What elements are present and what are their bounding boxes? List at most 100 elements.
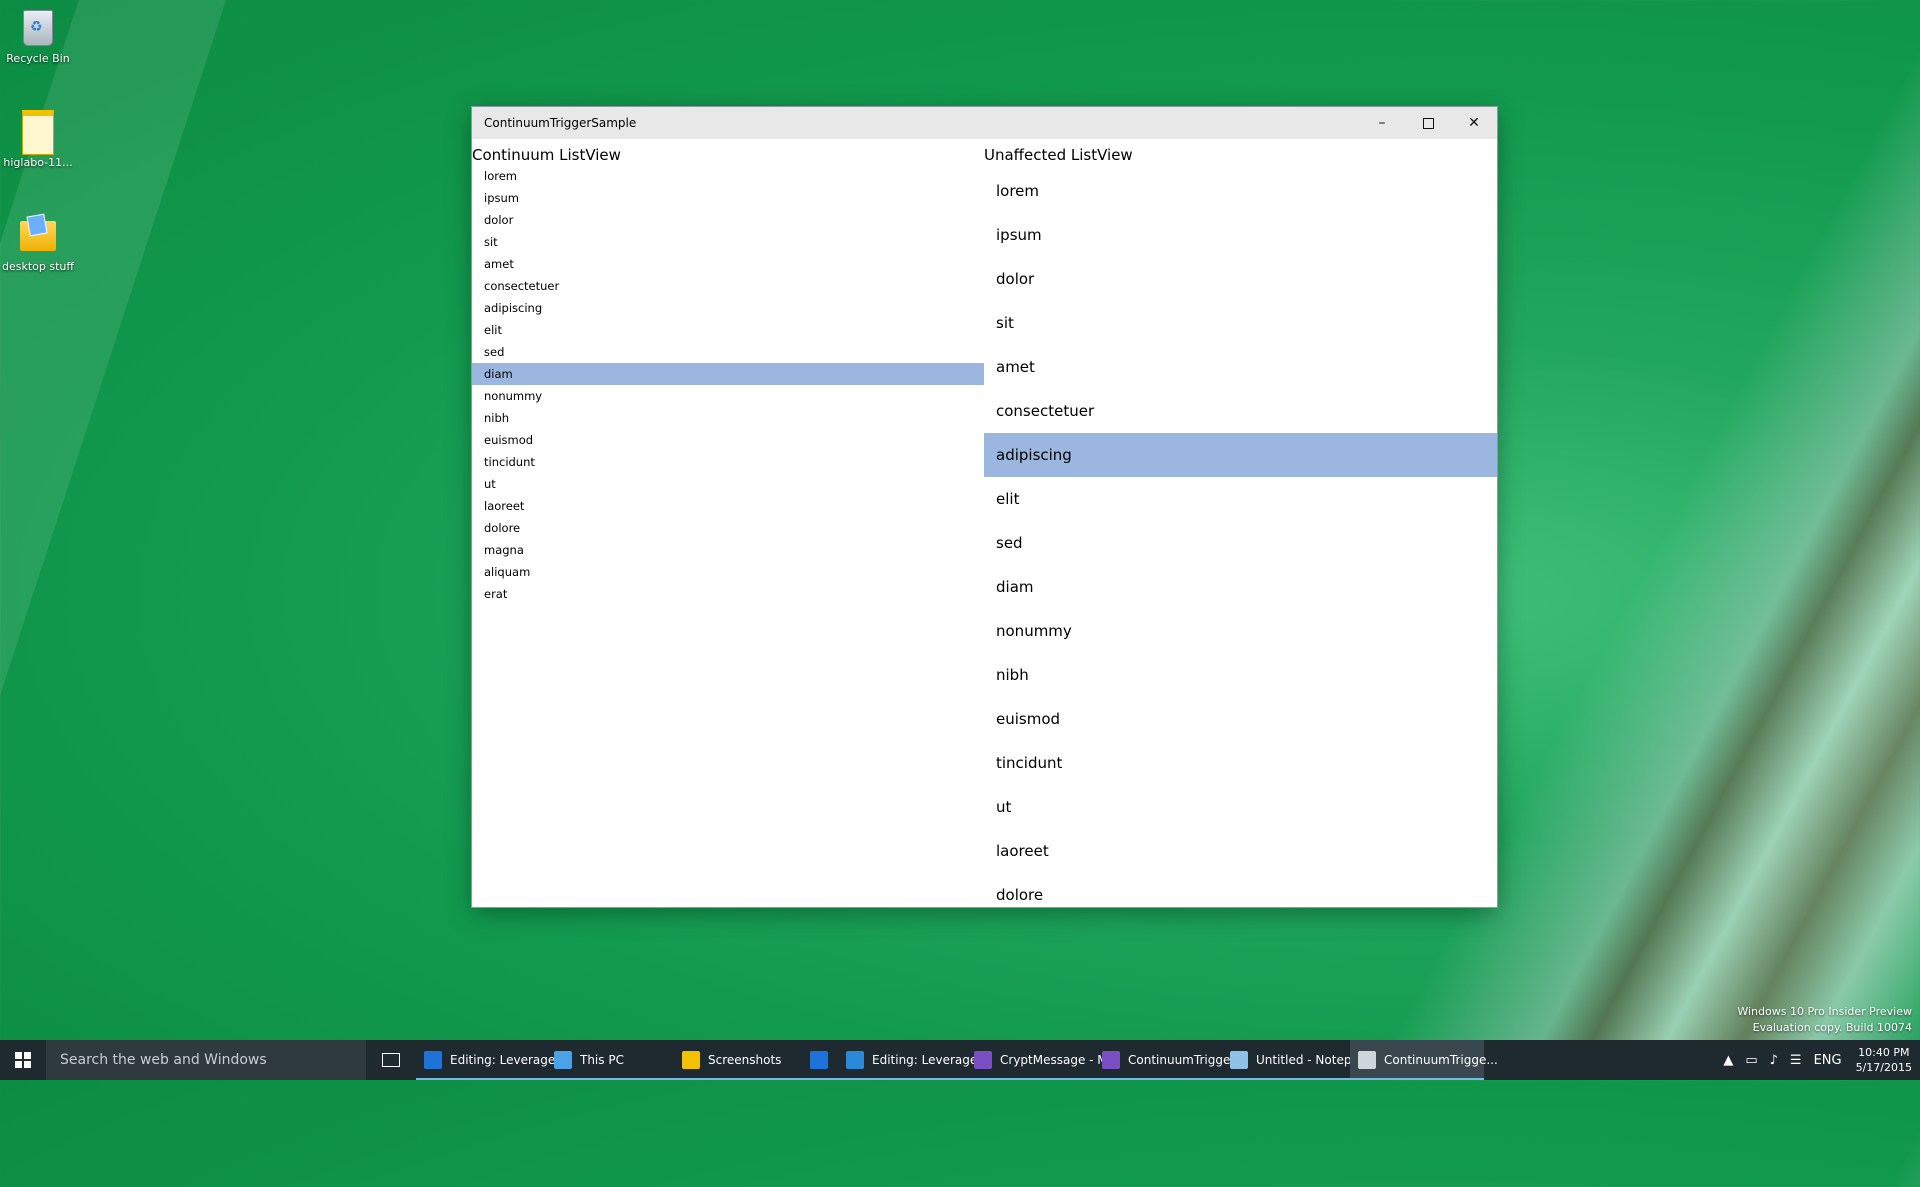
list-item[interactable]: nonummy [984,609,1497,653]
list-item[interactable]: erat [472,583,984,605]
taskbar: Search the web and Windows Editing: Leve… [0,1040,1920,1080]
list-item[interactable]: consectetuer [472,275,984,297]
taskbar-app-label: ContinuumTrigge... [1384,1053,1498,1067]
list-item[interactable]: aliquam [472,561,984,583]
app-icon [1230,1051,1248,1069]
list-item[interactable]: nibh [472,407,984,429]
list-item[interactable]: lorem [984,169,1497,213]
unaffected-listview[interactable]: lorem ipsum dolor sit amet consectetuer adipis… [984,169,1497,917]
desktop-icon-label: higlabo-11... [3,156,73,169]
clock-date: 5/17/2015 [1855,1061,1912,1074]
list-item[interactable]: laoreet [472,495,984,517]
taskbar-app-button[interactable]: Untitled - Notepad [1222,1040,1366,1080]
list-item[interactable]: amet [984,345,1497,389]
close-icon: ✕ [1468,115,1480,131]
taskbar-app-button[interactable]: ContinuumTrigge... [1094,1040,1242,1080]
maximize-button[interactable] [1405,107,1451,139]
build-watermark: Windows 10 Pro Insider Preview Evaluatio… [1737,1004,1912,1036]
action-center-icon[interactable]: ☰ [1790,1053,1802,1068]
windows-logo-icon [15,1052,31,1068]
list-item[interactable]: sit [984,301,1497,345]
list-item[interactable]: sit [472,231,984,253]
list-item[interactable]: magna [472,539,984,561]
task-view-button[interactable] [366,1040,416,1080]
list-item[interactable]: diam [984,565,1497,609]
app-icon [1102,1051,1120,1069]
close-button[interactable]: ✕ [1451,107,1497,139]
list-item[interactable]: lorem [472,165,984,187]
taskbar-app-label: This PC [580,1053,624,1067]
list-item[interactable]: ipsum [472,187,984,209]
window-title: ContinuumTriggerSample [484,116,637,130]
list-item[interactable]: dolor [984,257,1497,301]
minimize-button[interactable]: – [1359,107,1405,139]
watermark-line: Windows 10 Pro Insider Preview [1737,1005,1912,1018]
task-view-icon [382,1053,400,1067]
continuum-listview[interactable]: lorem ipsum dolor sit amet consectetuer adipis… [472,165,984,605]
list-item[interactable]: adipiscing [472,297,984,319]
desktop-icon-label: Recycle Bin [6,52,70,65]
app-icon [810,1051,828,1069]
volume-icon[interactable]: ♪ [1770,1053,1778,1068]
app-window: ContinuumTriggerSample – ✕ Continuum Lis… [472,107,1497,907]
unaffected-listview-pane: Unaffected ListView lorem ipsum dolor sit am… [984,139,1497,907]
list-item[interactable]: tincidunt [472,451,984,473]
list-item[interactable]: ut [984,785,1497,829]
clock[interactable]: 10:40 PM 5/17/2015 [1856,1045,1912,1075]
list-item[interactable]: ipsum [984,213,1497,257]
list-item[interactable]: amet [472,253,984,275]
list-item[interactable]: ut [472,473,984,495]
list-item[interactable]: nibh [984,653,1497,697]
list-item[interactable]: nonummy [472,385,984,407]
list-item[interactable]: laoreet [984,829,1497,873]
app-icon [974,1051,992,1069]
list-item[interactable]: sed [472,341,984,363]
start-button[interactable] [0,1040,46,1080]
list-item[interactable]: elit [984,477,1497,521]
unaffected-listview-header: Unaffected ListView [984,146,1133,164]
system-tray: ▲ ▭ ♪ ☰ ENG 10:40 PM 5/17/2015 [1717,1040,1920,1080]
search-box[interactable]: Search the web and Windows [46,1040,366,1080]
list-item[interactable]: diam [472,363,984,385]
desktop-icon-recycle-bin[interactable]: Recycle Bin [0,6,76,65]
continuum-listview-header: Continuum ListView [472,146,621,164]
taskbar-app-button[interactable] [802,1040,838,1080]
taskbar-app-button[interactable]: CryptMessage - M... [966,1040,1119,1080]
list-item[interactable]: tincidunt [984,741,1497,785]
clock-time: 10:40 PM [1858,1046,1910,1059]
taskbar-apps: Editing: Leverage ... This PC Screenshots E… [416,1040,1498,1080]
app-icon [682,1051,700,1069]
list-item[interactable]: euismod [472,429,984,451]
desktop-wallpaper-highlight [0,0,273,1187]
taskbar-app-button[interactable]: Editing: Leverage ... [416,1040,571,1080]
desktop-icon-desktop-stuff[interactable]: desktop stuff [0,214,76,273]
list-item[interactable]: dolore [984,873,1497,917]
list-item[interactable]: elit [472,319,984,341]
app-icon [554,1051,572,1069]
taskbar-app-button[interactable]: This PC [546,1040,674,1080]
network-icon[interactable]: ▭ [1745,1053,1757,1068]
app-icon [424,1051,442,1069]
app-icon [1358,1051,1376,1069]
desktop-icon-higlabo[interactable]: higlabo-11... [0,109,76,169]
desktop-icon-label: desktop stuff [2,260,74,273]
language-indicator[interactable]: ENG [1814,1053,1842,1068]
taskbar-app-button[interactable]: Editing: Leverage ... [838,1040,993,1080]
search-placeholder: Search the web and Windows [60,1052,267,1068]
list-item[interactable]: euismod [984,697,1497,741]
list-item[interactable]: dolore [472,517,984,539]
recycle-bin-icon [16,6,60,50]
list-item[interactable]: dolor [472,209,984,231]
continuum-listview-pane: Continuum ListView lorem ipsum dolor sit ame… [472,139,984,907]
list-item[interactable]: sed [984,521,1497,565]
document-icon [16,109,60,155]
folder-icon [16,214,60,258]
show-hidden-icons-icon[interactable]: ▲ [1723,1053,1733,1068]
maximize-icon [1422,117,1434,129]
app-icon [846,1051,864,1069]
list-item[interactable]: consectetuer [984,389,1497,433]
list-item[interactable]: adipiscing [984,433,1497,477]
taskbar-app-button[interactable]: Screenshots [674,1040,802,1080]
taskbar-app-button[interactable]: ContinuumTrigge... [1350,1040,1498,1080]
title-bar[interactable]: ContinuumTriggerSample – ✕ [472,107,1497,139]
